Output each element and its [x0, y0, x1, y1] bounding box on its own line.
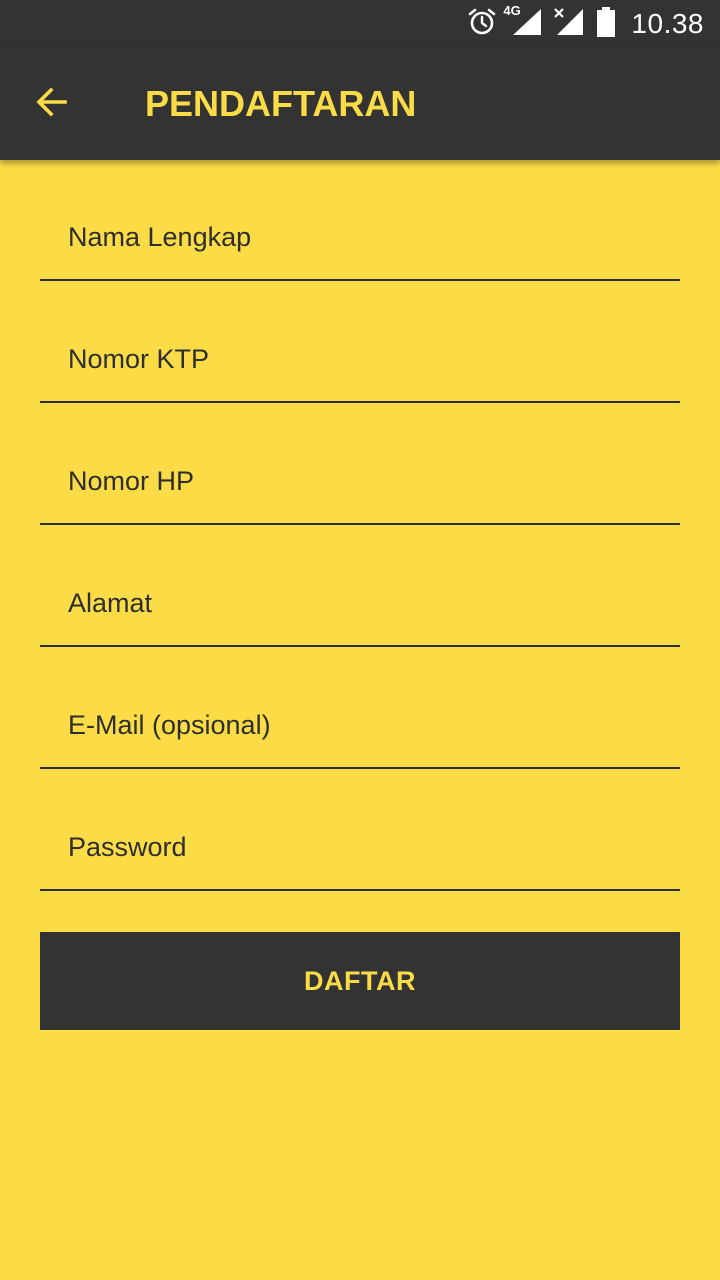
phone-number-row: [40, 404, 680, 526]
app-bar: PENDAFTARAN: [0, 48, 720, 160]
signal-4g-icon: 4G: [503, 3, 543, 42]
status-bar: 4G 10.38: [0, 0, 720, 48]
page-title: PENDAFTARAN: [145, 83, 417, 124]
alarm-icon: [467, 7, 497, 42]
address-row: [40, 526, 680, 648]
battery-icon: [595, 6, 617, 43]
status-icons: 4G 10.38: [457, 0, 704, 48]
status-time: 10.38: [631, 8, 704, 39]
full-name-field[interactable]: [40, 160, 680, 281]
ktp-number-row: [40, 282, 680, 404]
phone-number-field[interactable]: [40, 404, 680, 525]
register-button[interactable]: DAFTAR: [40, 932, 680, 1030]
arrow-back-icon: [35, 85, 69, 124]
password-field[interactable]: [40, 770, 680, 891]
signal-no-service-icon: [553, 7, 585, 42]
ktp-number-field[interactable]: [40, 282, 680, 403]
registration-form: [40, 160, 680, 892]
network-type-label: 4G: [503, 2, 521, 18]
email-field[interactable]: [40, 648, 680, 769]
address-field[interactable]: [40, 526, 680, 647]
back-button[interactable]: [20, 72, 84, 136]
email-row: [40, 648, 680, 770]
full-name-row: [40, 160, 680, 282]
password-row: [40, 770, 680, 892]
